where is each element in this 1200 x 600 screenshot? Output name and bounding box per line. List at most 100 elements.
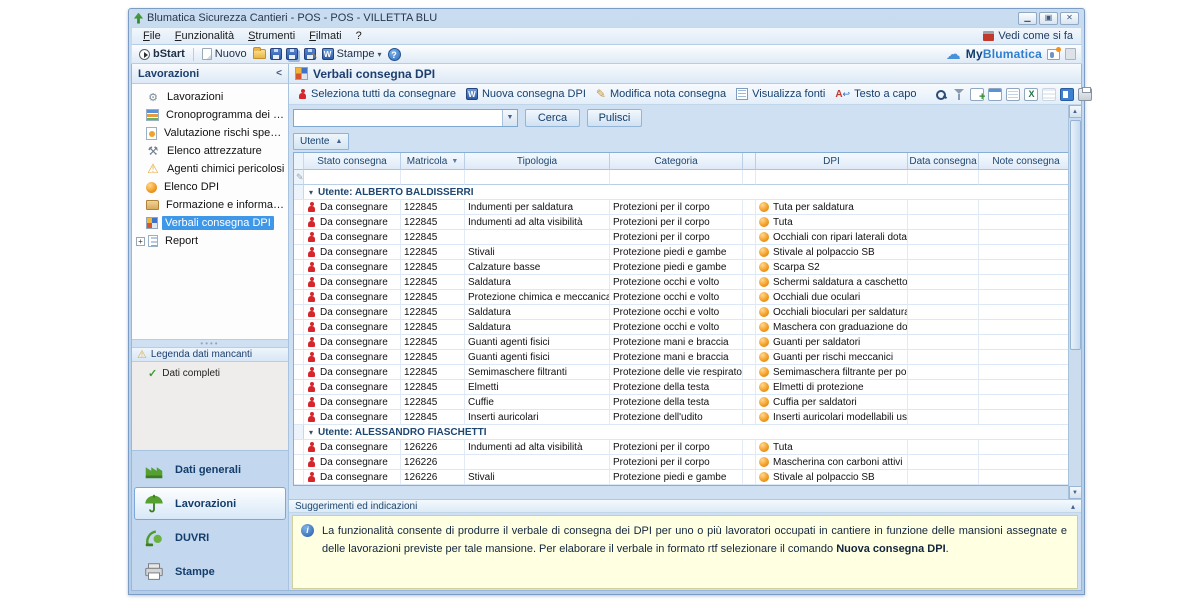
scroll-up-button[interactable]: ▲ — [1069, 105, 1082, 118]
new-view-icon[interactable] — [970, 88, 984, 101]
scroll-down-button[interactable]: ▼ — [1069, 486, 1082, 499]
header-cell-categoria[interactable]: Categoria — [610, 153, 743, 170]
table-row[interactable]: Da consegnare122845Protezioni per il cor… — [294, 230, 1074, 245]
filter-cell[interactable] — [979, 170, 1074, 185]
nav-button-lavorazioni[interactable]: Lavorazioni — [134, 487, 286, 520]
contact-card-icon[interactable] — [1047, 49, 1060, 60]
menu-item-file[interactable]: File — [136, 29, 168, 43]
table-row[interactable]: Da consegnare122845ElmettiProtezione del… — [294, 380, 1074, 395]
bstart-button[interactable]: bStart — [137, 48, 187, 60]
help-icon[interactable]: ? — [388, 48, 401, 61]
group-row-utente-alberto-baldisserri[interactable]: ▾Utente: ALBERTO BALDISSERRI — [294, 185, 1074, 200]
title-bar[interactable]: Blumatica Sicurezza Cantieri - POS - POS… — [131, 9, 1082, 27]
table-row[interactable]: Da consegnare122845Protezione chimica e … — [294, 290, 1074, 305]
header-cell-note-consegna[interactable]: Note consegna — [979, 153, 1074, 170]
table-row[interactable]: Da consegnare126226StivaliProtezione pie… — [294, 470, 1074, 485]
filter-cell[interactable] — [610, 170, 743, 185]
search-combobox[interactable]: ▼ — [293, 109, 518, 127]
header-cell-data-consegna[interactable]: Data consegna — [908, 153, 979, 170]
table-row[interactable]: Da consegnare122845SaldaturaProtezione o… — [294, 305, 1074, 320]
save-all-icon[interactable] — [286, 48, 298, 60]
menu-item-filmati[interactable]: Filmati — [302, 29, 348, 43]
nav-button-duvri[interactable]: DUVRI — [134, 521, 286, 554]
header-cell-matricola[interactable]: Matricola▼ — [401, 153, 465, 170]
myblumatica-logo[interactable]: MyBlumatica — [966, 47, 1042, 61]
collapse-sidebar-button[interactable]: < — [276, 68, 282, 79]
collapse-suggestions-icon[interactable]: ▴ — [1071, 502, 1075, 511]
sidebar-item-elenco-dpi[interactable]: Elenco DPI — [136, 178, 288, 196]
scroll-thumb[interactable] — [1070, 120, 1081, 350]
expand-icon[interactable]: + — [136, 237, 145, 246]
table-row[interactable]: Da consegnare122845CuffieProtezione dell… — [294, 395, 1074, 410]
splitter-handle[interactable]: •••• — [132, 340, 288, 347]
sidebar-item-elenco-attrezzature[interactable]: Elenco attrezzature — [136, 142, 288, 160]
group-row-utente-alessandro-fiaschetti[interactable]: ▾Utente: ALESSANDRO FIASCHETTI — [294, 425, 1074, 440]
table-row[interactable]: Da consegnare122845Guanti agenti fisiciP… — [294, 350, 1074, 365]
vertical-scrollbar[interactable]: ▲ ▼ — [1068, 105, 1081, 499]
nuovo-button[interactable]: Nuovo — [200, 48, 249, 60]
table-row[interactable]: Da consegnare122845Semimaschere filtrant… — [294, 365, 1074, 380]
nav-button-dati-generali[interactable]: Dati generali — [134, 453, 286, 486]
notes-icon[interactable] — [1065, 48, 1076, 60]
minimize-button[interactable]: ▁ — [1018, 12, 1037, 25]
find-icon[interactable] — [934, 88, 948, 101]
collapse-group-icon[interactable]: ▾ — [304, 425, 318, 439]
header-cell-tipologia[interactable]: Tipologia — [465, 153, 610, 170]
table-row[interactable]: Da consegnare122845Indumenti per saldatu… — [294, 200, 1074, 215]
table-row[interactable]: Da consegnare126226Indumenti ad alta vis… — [294, 440, 1074, 455]
close-button[interactable]: ✕ — [1060, 12, 1079, 25]
menu-item-strumenti[interactable]: Strumenti — [241, 29, 302, 43]
header-cell-dpi[interactable]: DPI — [756, 153, 908, 170]
command-nuova-consegna-dpi[interactable]: WNuova consegna DPI — [462, 88, 590, 100]
command-seleziona-tutti-da-consegnare[interactable]: Seleziona tutti da consegnare — [294, 88, 460, 100]
combo-dropdown-button[interactable]: ▼ — [502, 110, 517, 126]
print-icon[interactable] — [1078, 88, 1092, 101]
table-row[interactable]: Da consegnare122845SaldaturaProtezione o… — [294, 320, 1074, 335]
command-testo-a-capo[interactable]: ATesto a capo — [831, 88, 920, 100]
command-visualizza-fonti[interactable]: Visualizza fonti — [732, 88, 829, 100]
sidebar-item-formazione-e-informazione[interactable]: Formazione e informazione — [136, 196, 288, 214]
table-row[interactable]: Da consegnare122845StivaliProtezione pie… — [294, 245, 1074, 260]
filter-cell[interactable] — [401, 170, 465, 185]
nav-button-stampe[interactable]: Stampe — [134, 555, 286, 588]
table-row[interactable]: Da consegnare122845Calzature basseProtez… — [294, 260, 1074, 275]
collapse-group-icon[interactable]: ▾ — [304, 185, 318, 199]
table-row[interactable]: Da consegnare126226Protezioni per il cor… — [294, 455, 1074, 470]
cerca-button[interactable]: Cerca — [525, 109, 580, 127]
save-icon[interactable] — [270, 48, 282, 60]
table-row[interactable]: Da consegnare122845Guanti agenti fisiciP… — [294, 335, 1074, 350]
table-row[interactable]: Da consegnare122845Indumenti ad alta vis… — [294, 215, 1074, 230]
matricola-filter-icon[interactable]: ▼ — [451, 158, 458, 165]
maximize-button[interactable]: ▣ — [1039, 12, 1058, 25]
export-icon[interactable]: X — [1024, 88, 1038, 101]
grid-lines-icon[interactable] — [1042, 88, 1056, 101]
save-as-icon[interactable]: ✎ — [304, 48, 316, 60]
suggestions-header[interactable]: Suggerimenti ed indicazioni ▴ — [289, 499, 1081, 513]
group-by-chip-utente[interactable]: Utente ▲ — [293, 133, 349, 150]
sidebar-item-report[interactable]: +Report — [136, 232, 288, 250]
table-row[interactable]: Da consegnare122845SaldaturaProtezione o… — [294, 275, 1074, 290]
filter-cell[interactable] — [908, 170, 979, 185]
stampe-button[interactable]: W Stampe ▾ — [320, 48, 384, 60]
panel-icon[interactable] — [1060, 88, 1074, 101]
preview-icon[interactable] — [1006, 88, 1020, 101]
filter-icon[interactable] — [952, 88, 966, 101]
menu-item-item[interactable]: ? — [349, 29, 369, 43]
filter-cell[interactable] — [756, 170, 908, 185]
card-view-icon[interactable] — [988, 88, 1002, 101]
sidebar-item-cronoprogramma-dei-lavori-gantt[interactable]: Cronoprogramma dei lavori (Gantt) — [136, 106, 288, 124]
sidebar-item-lavorazioni[interactable]: Lavorazioni — [136, 88, 288, 106]
vedi-come-si-fa-link[interactable]: Vedi come si fa — [983, 30, 1077, 42]
filter-cell[interactable] — [743, 170, 756, 185]
open-folder-icon[interactable] — [253, 49, 266, 59]
command-modifica-nota-consegna[interactable]: ✎Modifica nota consegna — [592, 88, 730, 100]
search-input[interactable] — [294, 110, 502, 126]
table-row[interactable]: Da consegnare122845Inserti auricolariPro… — [294, 410, 1074, 425]
filter-cell[interactable] — [465, 170, 610, 185]
filter-cell[interactable] — [304, 170, 401, 185]
pulisci-button[interactable]: Pulisci — [587, 109, 642, 127]
header-cell-stato-consegna[interactable]: Stato consegna — [304, 153, 401, 170]
sidebar-item-agenti-chimici-pericolosi[interactable]: Agenti chimici pericolosi — [136, 160, 288, 178]
menu-item-funzionalit[interactable]: Funzionalità — [168, 29, 241, 43]
sidebar-item-verbali-consegna-dpi[interactable]: Verbali consegna DPI — [136, 214, 288, 232]
